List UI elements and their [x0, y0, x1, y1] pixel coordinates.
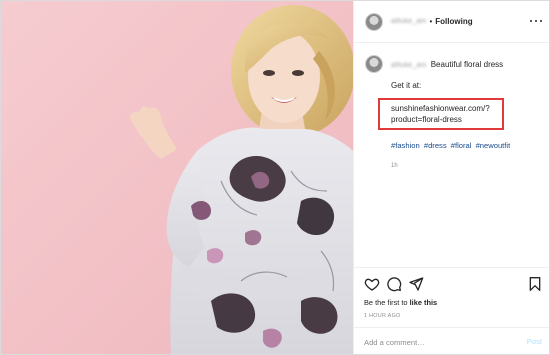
woman-in-floral-dress-image [1, 1, 353, 354]
caption-header-row: allluke_am Beautiful floral dress [354, 53, 549, 73]
hashtag-link[interactable]: #dress [424, 141, 447, 150]
hashtag-link[interactable]: #floral [451, 141, 472, 150]
post-details-panel: allluke_am • Following allluke_am Beauti… [353, 1, 549, 354]
hashtag-link[interactable]: #fashion [391, 141, 420, 150]
heart-icon[interactable] [364, 276, 380, 292]
like-this-link[interactable]: like this [410, 298, 438, 307]
author-avatar[interactable] [365, 12, 383, 31]
separator-dot: • [429, 17, 433, 26]
more-options-icon[interactable] [530, 15, 542, 27]
comment-bar: Post [354, 327, 549, 354]
product-link-line-2: product=floral-dress [391, 115, 462, 124]
post-actions: Be the first to like this 1 HOUR AGO [354, 267, 549, 327]
caption-body: Get it at: sunshinefashionwear.com/? pro… [354, 80, 549, 172]
caption-author-avatar[interactable] [365, 55, 383, 73]
highlighted-product-link[interactable]: sunshinefashionwear.com/? product=floral… [378, 98, 504, 130]
caption-title: Beautiful floral dress [430, 60, 504, 69]
likes-prefix: Be the first to [364, 298, 408, 307]
action-icons [364, 276, 424, 292]
hashtag-list: #fashion #dress #floral #newoutfit [391, 140, 544, 151]
likes-summary: Be the first to like this [364, 298, 437, 307]
hashtag-link[interactable]: #newoutfit [476, 141, 511, 150]
instagram-post-view: allluke_am • Following allluke_am Beauti… [0, 0, 550, 355]
caption-author-username[interactable]: allluke_am [391, 60, 426, 71]
follow-status-button[interactable]: Following [435, 17, 472, 26]
caption-intro: Get it at: [391, 81, 422, 90]
caption-age: 1h [391, 163, 398, 169]
product-link-line-1: sunshinefashionwear.com/? [391, 104, 490, 113]
post-header: allluke_am • Following [354, 1, 549, 43]
bookmark-icon[interactable] [527, 276, 543, 292]
author-username[interactable]: allluke_am [391, 18, 426, 25]
post-timestamp: 1 HOUR AGO [364, 313, 401, 319]
comment-input[interactable] [364, 337, 514, 347]
caption-first-line: allluke_am Beautiful floral dress [391, 59, 503, 71]
post-photo[interactable] [1, 1, 353, 354]
post-comment-button[interactable]: Post [527, 337, 542, 346]
paper-plane-icon[interactable] [408, 276, 424, 292]
post-caption: allluke_am Beautiful floral dress Get it… [354, 53, 549, 172]
comment-icon[interactable] [386, 276, 402, 292]
